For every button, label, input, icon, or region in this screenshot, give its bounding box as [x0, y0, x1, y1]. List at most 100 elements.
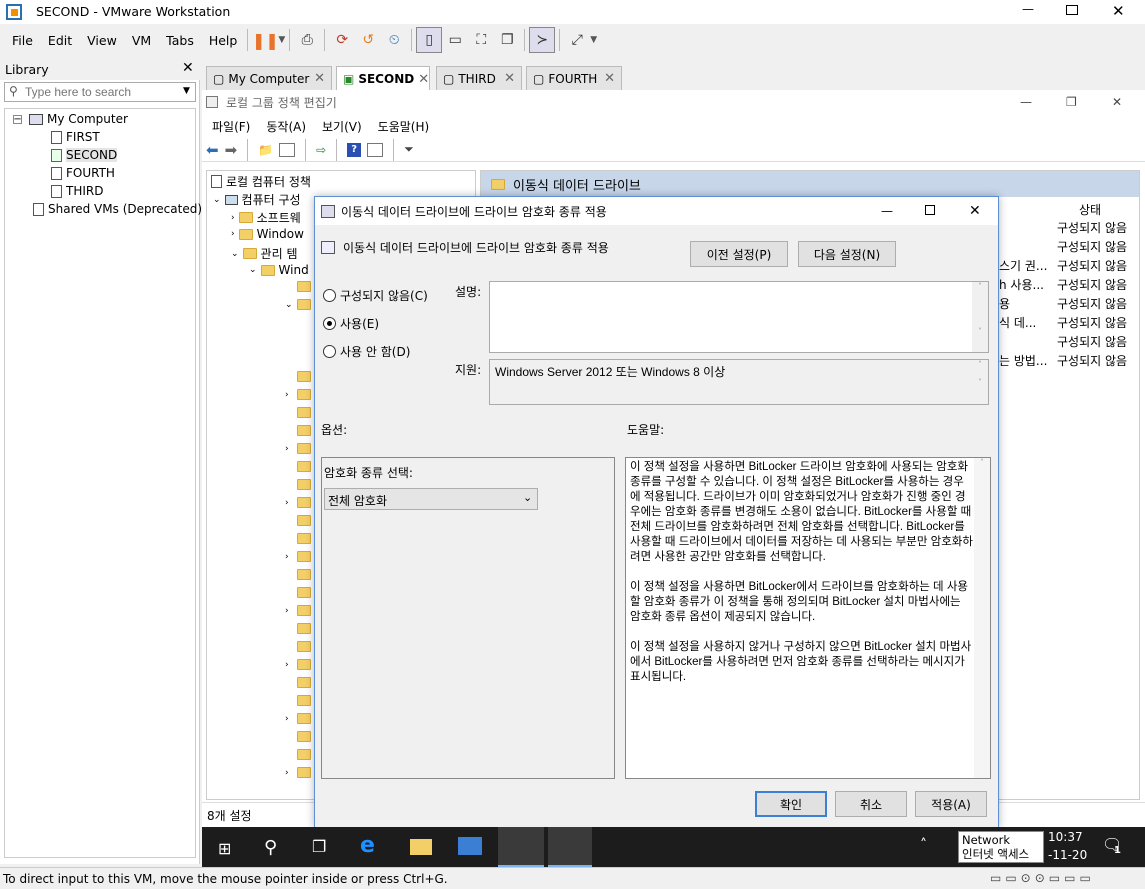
export-list-icon[interactable]: ⇨	[316, 143, 326, 157]
cancel-button[interactable]: 취소	[835, 791, 907, 817]
policy-name-partial[interactable]: 는 방법...	[999, 352, 1047, 369]
unity-icon[interactable]: ❐	[494, 27, 520, 53]
minimize-button[interactable]: —	[1018, 2, 1038, 16]
dialog-maximize-button[interactable]	[925, 205, 935, 215]
chevron-down-icon[interactable]: ▼	[183, 86, 190, 96]
radio-not-configured[interactable]: 구성되지 않음(C)	[323, 287, 428, 304]
tree-subfolder[interactable]	[285, 479, 311, 490]
gpedit-close-button[interactable]: ✕	[1112, 95, 1122, 109]
tree-subfolder[interactable]	[285, 425, 311, 436]
full-screen-icon[interactable]: ⛶	[468, 27, 494, 53]
ie-icon[interactable]: e	[360, 833, 375, 858]
tree-windows-components[interactable]: ⌄ Wind	[249, 263, 309, 277]
gpedit-menu-action[interactable]: 동작(A)	[266, 118, 306, 135]
tree-subfolder[interactable]	[285, 587, 311, 598]
help-icon[interactable]: ?	[347, 142, 362, 157]
collapse-icon[interactable]: −	[13, 115, 22, 125]
gpedit-minimize-button[interactable]: —	[1020, 95, 1032, 109]
menu-vm[interactable]: VM	[132, 33, 151, 48]
tree-subfolder[interactable]: ›	[285, 497, 311, 508]
tree-subfolder[interactable]: ›	[285, 605, 311, 616]
support-scrollbar[interactable]: ˄ ˅	[972, 360, 988, 404]
tree-my-computer[interactable]: My Computer	[29, 112, 128, 126]
library-search[interactable]: ⚲ ▼	[4, 82, 196, 102]
guest-screen[interactable]: 로컬 그룹 정책 편집기 — ❐ ✕ 파일(F) 동작(A) 보기(V) 도움말…	[202, 90, 1145, 867]
policy-name-partial[interactable]: 식 데...	[999, 314, 1036, 331]
explorer-icon[interactable]	[410, 839, 432, 855]
device-icons[interactable]: ▭▭⊙⊙▭▭▭	[990, 871, 1095, 885]
tree-subfolder[interactable]: ›	[285, 389, 311, 400]
tree-subfolder[interactable]: ⌄	[285, 299, 311, 310]
dialog-close-button[interactable]: ✕	[969, 203, 981, 219]
apply-button[interactable]: 적용(A)	[915, 791, 987, 817]
show-library-icon[interactable]: ▯	[416, 27, 443, 53]
back-icon[interactable]: ⬅	[206, 141, 219, 159]
revert-snapshot-icon[interactable]: ↺	[355, 27, 381, 53]
library-close-icon[interactable]: ✕	[182, 60, 194, 76]
tree-vm-second[interactable]: SECOND	[51, 148, 118, 162]
gpedit-task-icon[interactable]	[498, 827, 544, 867]
radio-enabled[interactable]: 사용(E)	[323, 315, 379, 332]
ok-button[interactable]: 확인	[755, 791, 827, 817]
tree-subfolder[interactable]	[285, 407, 311, 418]
tab-close-icon[interactable]: ✕	[604, 71, 615, 86]
tab-close-icon[interactable]: ✕	[504, 71, 515, 86]
console-view-icon[interactable]: ≻	[529, 27, 556, 53]
maximize-button[interactable]	[1066, 5, 1078, 15]
snapshot-manager-icon[interactable]: ⏲	[381, 27, 407, 53]
show-hidden-icons[interactable]: ˄	[920, 837, 927, 853]
tab-close-icon[interactable]: ✕	[314, 71, 325, 86]
filter-icon[interactable]: ⏷	[404, 142, 414, 157]
description-box[interactable]: ˄ ˅	[489, 281, 989, 353]
tree-local-policy[interactable]: 로컬 컴퓨터 정책	[211, 173, 311, 190]
menu-help[interactable]: Help	[209, 33, 238, 48]
tree-subfolder[interactable]: ›	[285, 659, 311, 670]
tree-subfolder[interactable]	[285, 461, 311, 472]
tree-shared-vms[interactable]: Shared VMs (Deprecated)	[33, 202, 202, 216]
thumbnail-bar-icon[interactable]: ▭	[442, 27, 468, 53]
tree-subfolder[interactable]	[285, 677, 311, 688]
send-ctrl-alt-del-icon[interactable]: ⎙	[294, 27, 320, 53]
encryption-type-select[interactable]: 전체 암호화 ⌄	[324, 488, 538, 510]
dialog-minimize-button[interactable]: —	[881, 204, 893, 218]
tab-fourth[interactable]: ▢ FOURTH ✕	[526, 66, 622, 90]
gpedit-menu-help[interactable]: 도움말(H)	[378, 118, 430, 135]
tab-third[interactable]: ▢ THIRD ✕	[436, 66, 522, 90]
tree-subfolder[interactable]	[285, 641, 311, 652]
next-setting-button[interactable]: 다음 설정(N)	[798, 241, 896, 267]
tree-subfolder[interactable]	[285, 281, 311, 292]
search-icon[interactable]: ⚲	[264, 837, 277, 858]
close-button[interactable]: ✕	[1112, 2, 1125, 20]
pause-icon[interactable]: ❚❚	[252, 27, 279, 53]
stretch-guest-icon[interactable]: ⤢	[564, 27, 590, 53]
menu-tabs[interactable]: Tabs	[166, 33, 194, 48]
search-input[interactable]	[25, 84, 175, 100]
server-manager-icon[interactable]	[458, 837, 482, 855]
gpedit-menu-file[interactable]: 파일(F)	[212, 118, 250, 135]
gpedit-restore-button[interactable]: ❐	[1066, 95, 1077, 109]
up-folder-icon[interactable]: 📁	[258, 143, 273, 157]
menu-view[interactable]: View	[87, 33, 117, 48]
help-scrollbar[interactable]: ˄	[974, 458, 990, 778]
tree-subfolder[interactable]	[285, 731, 311, 742]
menu-file[interactable]: File	[12, 33, 33, 48]
show-hide-tree-icon[interactable]	[279, 142, 296, 157]
tree-subfolder[interactable]: ›	[285, 443, 311, 454]
tree-subfolder[interactable]	[285, 695, 311, 706]
tree-vm-fourth[interactable]: FOURTH	[51, 166, 115, 180]
snapshot-icon[interactable]: ⟳	[329, 27, 355, 53]
tree-subfolder[interactable]	[285, 371, 311, 382]
gpedit-menu-view[interactable]: 보기(V)	[322, 118, 362, 135]
stretch-dropdown-icon[interactable]: ▼	[590, 35, 597, 45]
forward-icon[interactable]: ➡	[225, 141, 238, 159]
tree-software[interactable]: › 소프트웨	[231, 209, 301, 226]
tree-subfolder[interactable]	[285, 515, 311, 526]
tree-admin-templates[interactable]: ⌄ 관리 템	[231, 245, 297, 262]
menu-edit[interactable]: Edit	[48, 33, 72, 48]
tree-computer-config[interactable]: ⌄ 컴퓨터 구성	[213, 191, 301, 208]
tree-subfolder[interactable]	[285, 749, 311, 760]
tree-subfolder[interactable]	[285, 569, 311, 580]
description-scrollbar[interactable]: ˄ ˅	[972, 282, 988, 352]
policy-name-partial[interactable]: 용	[999, 295, 1010, 312]
start-icon[interactable]: ⊞	[218, 839, 231, 858]
